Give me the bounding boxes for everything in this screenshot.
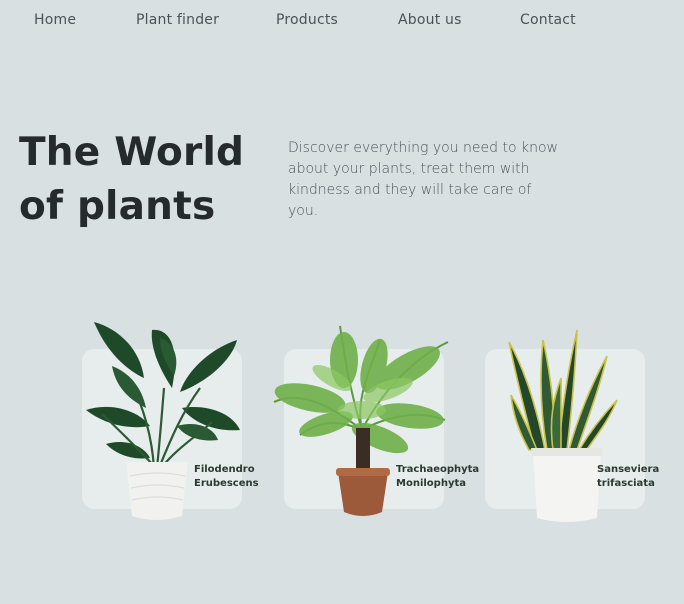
plant-label-snake-plant: Sanseviera trifasciata bbox=[597, 463, 659, 491]
philodendron-plant-icon bbox=[86, 322, 240, 520]
nav-link-about-us[interactable]: About us bbox=[398, 12, 462, 28]
hero-title: The World of plants bbox=[19, 130, 245, 229]
hero-description: Discover everything you need to know abo… bbox=[288, 140, 558, 219]
fern-plant-icon bbox=[273, 325, 449, 516]
plant-name-line1: Trachaeophyta bbox=[396, 464, 480, 475]
plant-name-line2: Monilophyta bbox=[396, 478, 466, 489]
plant-name-line2: trifasciata bbox=[597, 478, 655, 489]
top-navigation: Home Plant finder Products About us Cont… bbox=[0, 12, 684, 32]
plant-label-philodendron: Filodendro Erubescens bbox=[194, 463, 259, 491]
plant-name-line1: Sanseviera bbox=[597, 464, 660, 475]
plant-name-line2: Erubescens bbox=[194, 478, 259, 489]
snake-plant-icon bbox=[508, 329, 618, 522]
nav-link-plant-finder[interactable]: Plant finder bbox=[136, 12, 219, 28]
nav-link-contact[interactable]: Contact bbox=[520, 12, 576, 28]
plant-label-fern: Trachaeophyta Monilophyta bbox=[396, 463, 479, 491]
plant-name-line1: Filodendro bbox=[194, 464, 255, 475]
nav-link-home[interactable]: Home bbox=[34, 12, 76, 28]
nav-link-products[interactable]: Products bbox=[276, 12, 338, 28]
